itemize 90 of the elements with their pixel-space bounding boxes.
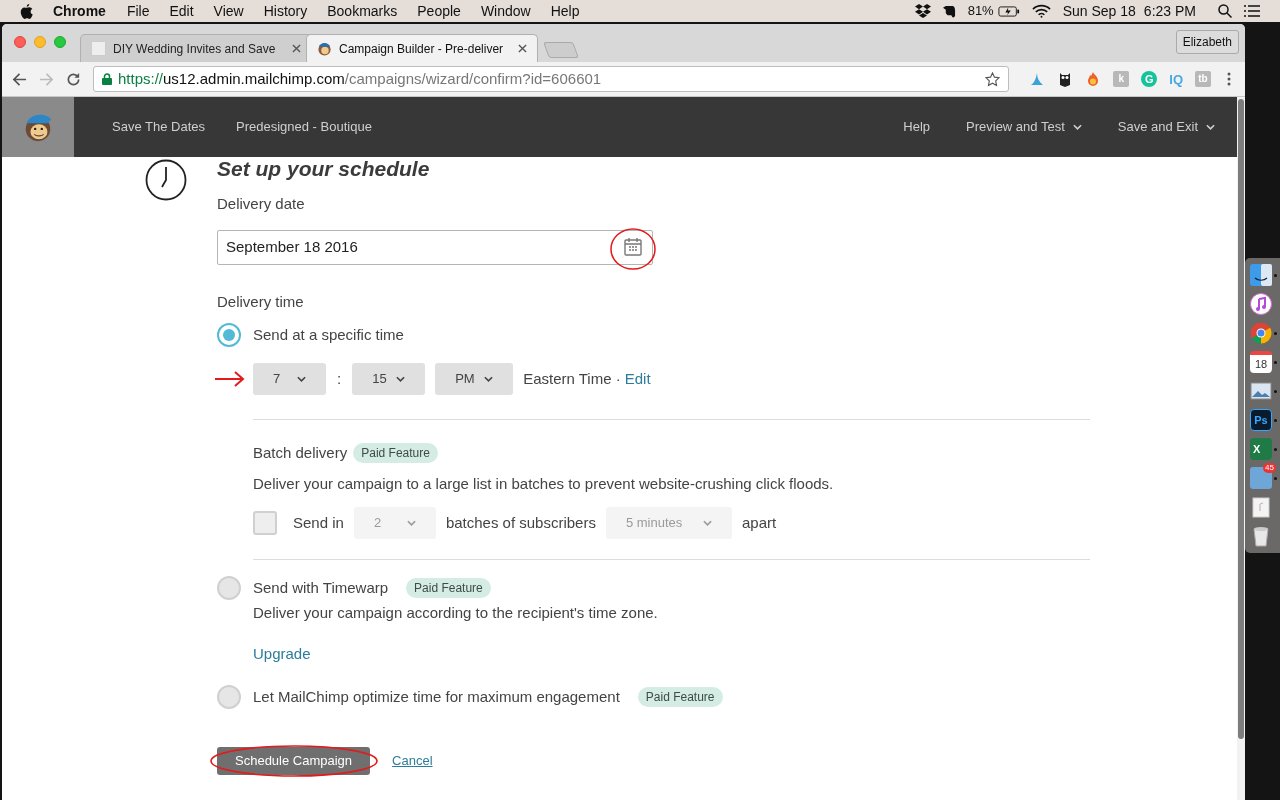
option-label[interactable]: Send with Timewarp xyxy=(253,576,389,600)
chevron-down-icon xyxy=(1206,124,1215,130)
batch-text: Send in xyxy=(293,512,344,533)
batch-description: Deliver your campaign to a large list in batches to prevent website-crushing click floods. xyxy=(253,473,835,494)
menu-item[interactable]: Help xyxy=(550,0,580,22)
app-menu[interactable]: Chrome xyxy=(53,0,106,22)
browser-tab[interactable]: Campaign Builder - Pre-deliver xyxy=(306,34,538,62)
more-menu-icon[interactable] xyxy=(1227,72,1231,86)
batch-text: batches of subscribers xyxy=(445,512,596,533)
battery-charging-icon[interactable] xyxy=(997,5,1020,17)
field-label: Delivery time xyxy=(217,291,305,312)
url-text: https://us12.admin.mailchimp.com/campaigns/wizard/confirm?id=606601 xyxy=(118,68,602,89)
chevron-down-icon xyxy=(1072,124,1082,130)
tab-title: Campaign Builder - Pre-deliver xyxy=(339,40,505,58)
paid-feature-badge: Paid Feature xyxy=(637,687,723,707)
header-menu[interactable]: Save and Exit xyxy=(1117,117,1215,137)
batch-text: apart xyxy=(741,512,777,533)
chevron-down-icon xyxy=(484,376,494,382)
photos-icon[interactable] xyxy=(1250,380,1272,402)
reload-icon[interactable] xyxy=(66,71,81,87)
profile-button[interactable]: Elizabeth xyxy=(1175,30,1239,54)
padlock-icon xyxy=(102,73,112,85)
radio-button[interactable] xyxy=(217,685,241,709)
chevron-down-icon xyxy=(702,520,712,526)
date-input-field[interactable]: September 18 2016 xyxy=(217,229,653,265)
batch-title: Batch delivery xyxy=(253,443,348,463)
star-icon[interactable] xyxy=(985,71,1001,87)
menu-item[interactable]: People xyxy=(417,0,461,22)
calendar-app-icon[interactable]: 18 xyxy=(1250,351,1272,373)
address-bar[interactable]: https://us12.admin.mailchimp.com/campaigns/wizard/confirm?id=606601 xyxy=(93,66,1010,92)
menubar-time[interactable]: 6:23 PM xyxy=(1143,0,1196,22)
radio-button[interactable] xyxy=(217,323,241,347)
clock-icon xyxy=(145,159,187,201)
menu-item[interactable]: View xyxy=(213,0,244,22)
apple-icon[interactable] xyxy=(20,3,33,19)
finder-icon[interactable] xyxy=(1250,264,1272,286)
logo-block[interactable] xyxy=(2,97,74,157)
menu-item[interactable]: Bookmarks xyxy=(327,0,398,22)
menu-item[interactable]: Window xyxy=(480,0,531,22)
menu-item[interactable]: File xyxy=(126,0,150,22)
annotation-circle xyxy=(609,226,657,271)
batch-checkbox[interactable] xyxy=(253,511,277,535)
section-title: Set up your schedule xyxy=(217,157,431,181)
monkey-favicon xyxy=(317,41,332,56)
close-window-control[interactable] xyxy=(14,36,26,48)
chrome-icon[interactable] xyxy=(1250,322,1272,344)
calendar-icon[interactable] xyxy=(624,238,642,256)
option-label[interactable]: Let MailChimp optimize time for maximum engagement xyxy=(253,685,620,709)
music-note-icon[interactable] xyxy=(1250,293,1272,315)
annotation-arrow xyxy=(215,371,245,387)
header-menu[interactable]: Help xyxy=(903,117,930,137)
cancel-link[interactable]: Cancel xyxy=(392,751,433,771)
trash-icon[interactable] xyxy=(1250,525,1272,547)
close-tab-icon[interactable] xyxy=(518,44,527,53)
chevron-down-icon xyxy=(297,376,306,382)
notification-badge: 45 xyxy=(1263,463,1276,473)
tab-title: DIY Wedding Invites and Save xyxy=(113,40,277,58)
campaign-breadcrumb[interactable]: Save The Dates xyxy=(112,117,205,137)
dropbox-icon[interactable] xyxy=(914,4,931,18)
paid-feature-badge: Paid Feature xyxy=(353,443,438,464)
header-menu[interactable]: Preview and Test xyxy=(966,117,1082,137)
back-arrow-icon[interactable] xyxy=(12,71,27,87)
campaign-breadcrumb[interactable]: Predesigned - Boutique xyxy=(236,117,372,137)
spreadsheet-app-icon[interactable]: X xyxy=(1250,438,1272,460)
site-favicon xyxy=(91,41,106,56)
radio-button[interactable] xyxy=(217,576,241,600)
field-label: Delivery date xyxy=(217,194,306,214)
upgrade-link[interactable]: Upgrade xyxy=(253,642,311,665)
photoshop-app-icon[interactable]: Ps xyxy=(1250,409,1272,431)
close-tab-icon[interactable] xyxy=(292,44,301,53)
dropdown-select[interactable]: 7 xyxy=(253,363,326,395)
scrollbar[interactable] xyxy=(1237,97,1245,800)
battery-percentage: 81% xyxy=(967,2,994,21)
time-separator: : xyxy=(337,368,342,389)
time-zone-text: Eastern Time · xyxy=(523,368,621,389)
chevron-down-icon xyxy=(406,520,416,526)
paid-feature-badge: Paid Feature xyxy=(406,578,491,598)
timewarp-description: Deliver your campaign according to the recipient's time zone. xyxy=(253,603,659,623)
search-icon[interactable] xyxy=(1218,4,1232,18)
menubar-date[interactable]: Sun Sep 18 xyxy=(1062,0,1136,22)
dropdown-select[interactable]: PM xyxy=(435,363,514,395)
option-label[interactable]: Send at a specific time xyxy=(253,323,404,347)
menu-item[interactable]: History xyxy=(263,0,308,22)
list-icon[interactable] xyxy=(1244,5,1260,17)
menu-item[interactable]: Edit xyxy=(169,0,194,22)
schedule-campaign-button[interactable]: Schedule Campaign xyxy=(217,747,371,775)
wifi-icon[interactable] xyxy=(1031,4,1051,18)
chevron-down-icon xyxy=(396,376,406,382)
dropdown-select[interactable]: 15 xyxy=(352,363,426,395)
edit-link[interactable]: Edit xyxy=(624,367,651,391)
